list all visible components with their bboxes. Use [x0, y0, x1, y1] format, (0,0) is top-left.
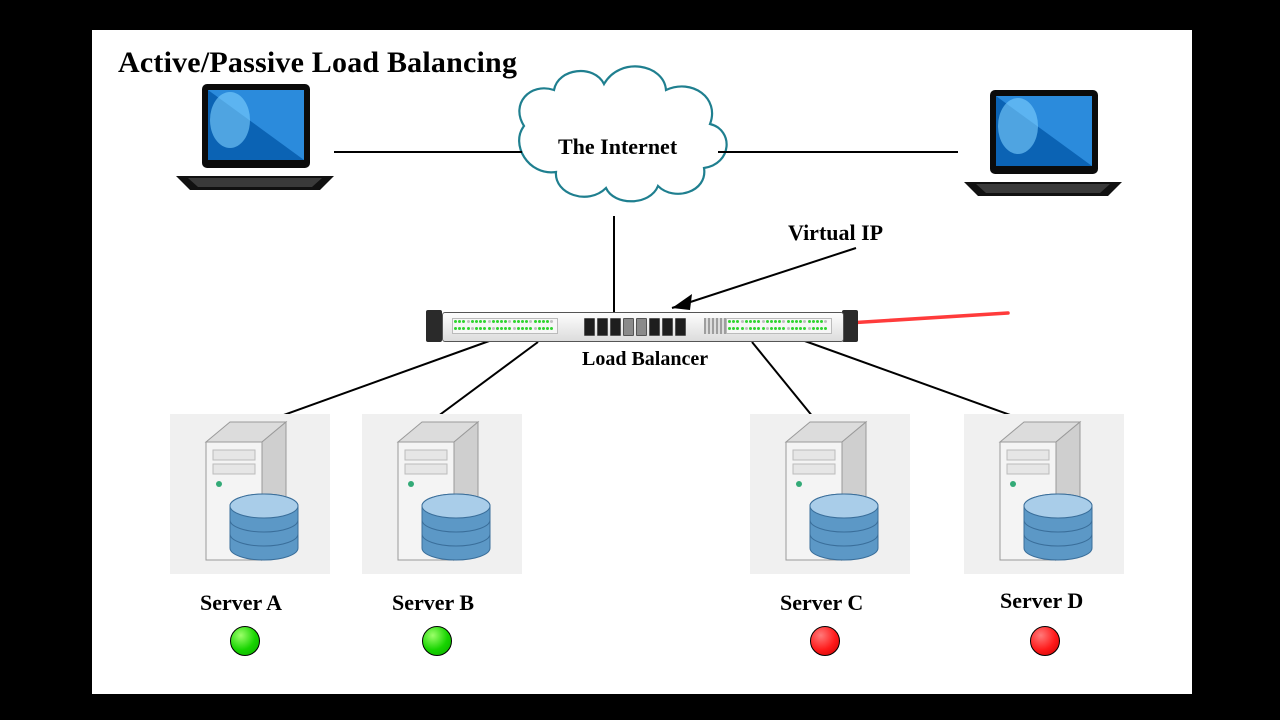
client-laptop-left-icon [170, 80, 340, 197]
server-d-icon [964, 414, 1124, 584]
server-c-label: Server C [780, 590, 863, 616]
server-a-status-icon [230, 626, 260, 656]
server-b-status-icon [422, 626, 452, 656]
server-c-status-icon [810, 626, 840, 656]
server-d-label: Server D [1000, 588, 1083, 614]
client-laptop-right-icon [958, 86, 1128, 203]
load-balancer-label: Load Balancer [582, 348, 708, 371]
internet-cloud-label: The Internet [558, 134, 677, 160]
load-balancer-icon [442, 312, 842, 342]
server-d-status-icon [1030, 626, 1060, 656]
diagram-canvas: Active/Passive Load Balancing [90, 28, 1194, 696]
server-a-icon [170, 414, 330, 584]
virtual-ip-label: Virtual IP [788, 220, 883, 246]
server-b-icon [362, 414, 522, 584]
server-b-label: Server B [392, 590, 474, 616]
server-c-icon [750, 414, 910, 584]
diagram-title: Active/Passive Load Balancing [118, 46, 517, 80]
server-a-label: Server A [200, 590, 282, 616]
